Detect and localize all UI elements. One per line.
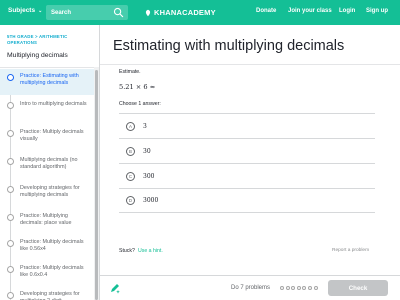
progress-dot-icon <box>280 286 284 290</box>
check-button[interactable]: Check <box>328 280 388 296</box>
logo-text: KHANACADEMY <box>154 8 216 17</box>
sidebar-item-multiply-06x04[interactable]: Practice: Multiply decimals like 0.6x0.4 <box>0 261 94 287</box>
progress-dot-icon <box>285 286 290 290</box>
video-node-icon <box>7 158 14 165</box>
progress-node-icon <box>7 74 14 81</box>
search-icon[interactable] <box>113 7 124 18</box>
progress-dots <box>280 286 318 290</box>
video-node-icon <box>7 292 14 299</box>
sidebar-item-practice-estimating[interactable]: Practice: Estimating with multiplying de… <box>0 69 94 95</box>
signup-link[interactable]: Sign up <box>366 8 388 14</box>
progress-dot-icon <box>313 286 318 290</box>
breadcrumb[interactable]: 5TH GRADE > ARITHMETIC OPERATIONS <box>7 34 92 45</box>
choice-b[interactable]: B 30 <box>119 138 375 163</box>
choice-value: 3 <box>143 122 147 130</box>
page-title: Estimating with multiplying decimals <box>113 38 345 54</box>
choice-letter: C <box>126 171 135 181</box>
sidebar-item-multiply-visually[interactable]: Practice: Multiply decimals visually <box>0 125 94 151</box>
video-node-icon <box>7 186 14 193</box>
khan-academy-logo[interactable]: KHANACADEMY <box>144 8 216 17</box>
progress-dot-icon <box>296 286 301 290</box>
sidebar-item-label: Developing strategies for multiplying 2-… <box>20 291 80 300</box>
choice-d[interactable]: D 3000 <box>119 188 375 213</box>
join-class-link[interactable]: Join your class <box>288 8 332 14</box>
progress-node-icon <box>7 240 14 247</box>
sidebar-item-developing-2digit[interactable]: Developing strategies for multiplying 2-… <box>0 287 94 300</box>
sidebar-item-label: Practice: Multiply decimals like 0.56x4 <box>20 239 84 253</box>
question-expression: 5.21 × 6 ≈ <box>119 83 156 91</box>
search-input[interactable]: Search <box>46 5 128 20</box>
progress-dot-icon <box>291 286 296 290</box>
donate-link[interactable]: Donate <box>256 8 276 14</box>
sidebar-item-no-standard-algorithm[interactable]: Multiplying decimals (no standard algori… <box>0 153 94 179</box>
exercise-panel: Estimating with multiplying decimals Est… <box>100 25 400 300</box>
choice-letter: D <box>126 196 135 205</box>
sidebar-divider <box>0 67 99 68</box>
sidebar-scrollbar-thumb[interactable] <box>95 70 98 300</box>
sidebar-item-label: Practice: Multiply decimals visually <box>20 129 84 143</box>
report-problem-link[interactable]: Report a problem <box>332 248 369 253</box>
answer-prompt: Choose 1 answer: <box>119 101 161 107</box>
leaf-icon <box>145 9 151 16</box>
progress-node-icon <box>7 214 14 221</box>
unit-sidebar: 5TH GRADE > ARITHMETIC OPERATIONS Multip… <box>0 25 100 300</box>
title-divider <box>100 64 400 65</box>
sidebar-item-label: Multiplying decimals (no standard algori… <box>20 157 78 171</box>
subjects-label: Subjects <box>8 7 36 14</box>
sidebar-item-multiply-056x4[interactable]: Practice: Multiply decimals like 0.56x4 <box>0 235 94 261</box>
top-navigation-bar: Subjects ⌄ Search KHANACADEMY Donate Joi… <box>0 0 400 25</box>
progress-node-icon <box>7 266 14 273</box>
pencil-sparkle-icon[interactable] <box>109 282 121 294</box>
progress-dot-icon <box>302 286 307 290</box>
sidebar-item-intro[interactable]: Intro to multiplying decimals <box>0 97 94 123</box>
video-node-icon <box>7 102 14 109</box>
search-placeholder: Search <box>51 9 72 16</box>
question-label: Estimate. <box>119 69 141 75</box>
problems-goal-label: Do 7 problems <box>231 285 271 291</box>
sidebar-item-label: Practice: Multiplying decimals: place va… <box>20 213 72 227</box>
choice-c[interactable]: C 300 <box>119 163 375 188</box>
progress-node-icon <box>7 130 14 137</box>
sidebar-item-place-value[interactable]: Practice: Multiplying decimals: place va… <box>0 209 94 235</box>
progress-dot-icon <box>307 286 312 290</box>
exercise-footer: Do 7 problems Check <box>100 275 400 300</box>
sidebar-item-label: Developing strategies for multiplying de… <box>20 185 80 199</box>
answer-choices: A 3 B 30 C 300 D 3000 <box>119 113 375 213</box>
choice-letter: B <box>126 146 135 156</box>
choice-letter: A <box>126 121 135 131</box>
unit-title: Multiplying decimals <box>7 52 68 59</box>
sidebar-item-label: Practice: Multiply decimals like 0.6x0.4 <box>20 265 84 279</box>
stuck-label: Stuck? <box>119 248 135 254</box>
chevron-down-icon: ⌄ <box>38 7 43 14</box>
choice-value: 300 <box>143 172 155 180</box>
login-link[interactable]: Login <box>339 8 355 14</box>
sidebar-item-label: Practice: Estimating with multiplying de… <box>20 73 79 87</box>
subjects-menu[interactable]: Subjects ⌄ <box>8 7 42 14</box>
sidebar-item-label: Intro to multiplying decimals <box>20 101 87 107</box>
choice-value: 30 <box>143 147 151 155</box>
use-hint-link[interactable]: Use a hint. <box>138 248 163 254</box>
choice-a[interactable]: A 3 <box>119 113 375 138</box>
choice-value: 3000 <box>143 197 159 204</box>
sidebar-item-developing-strategies[interactable]: Developing strategies for multiplying de… <box>0 181 94 207</box>
